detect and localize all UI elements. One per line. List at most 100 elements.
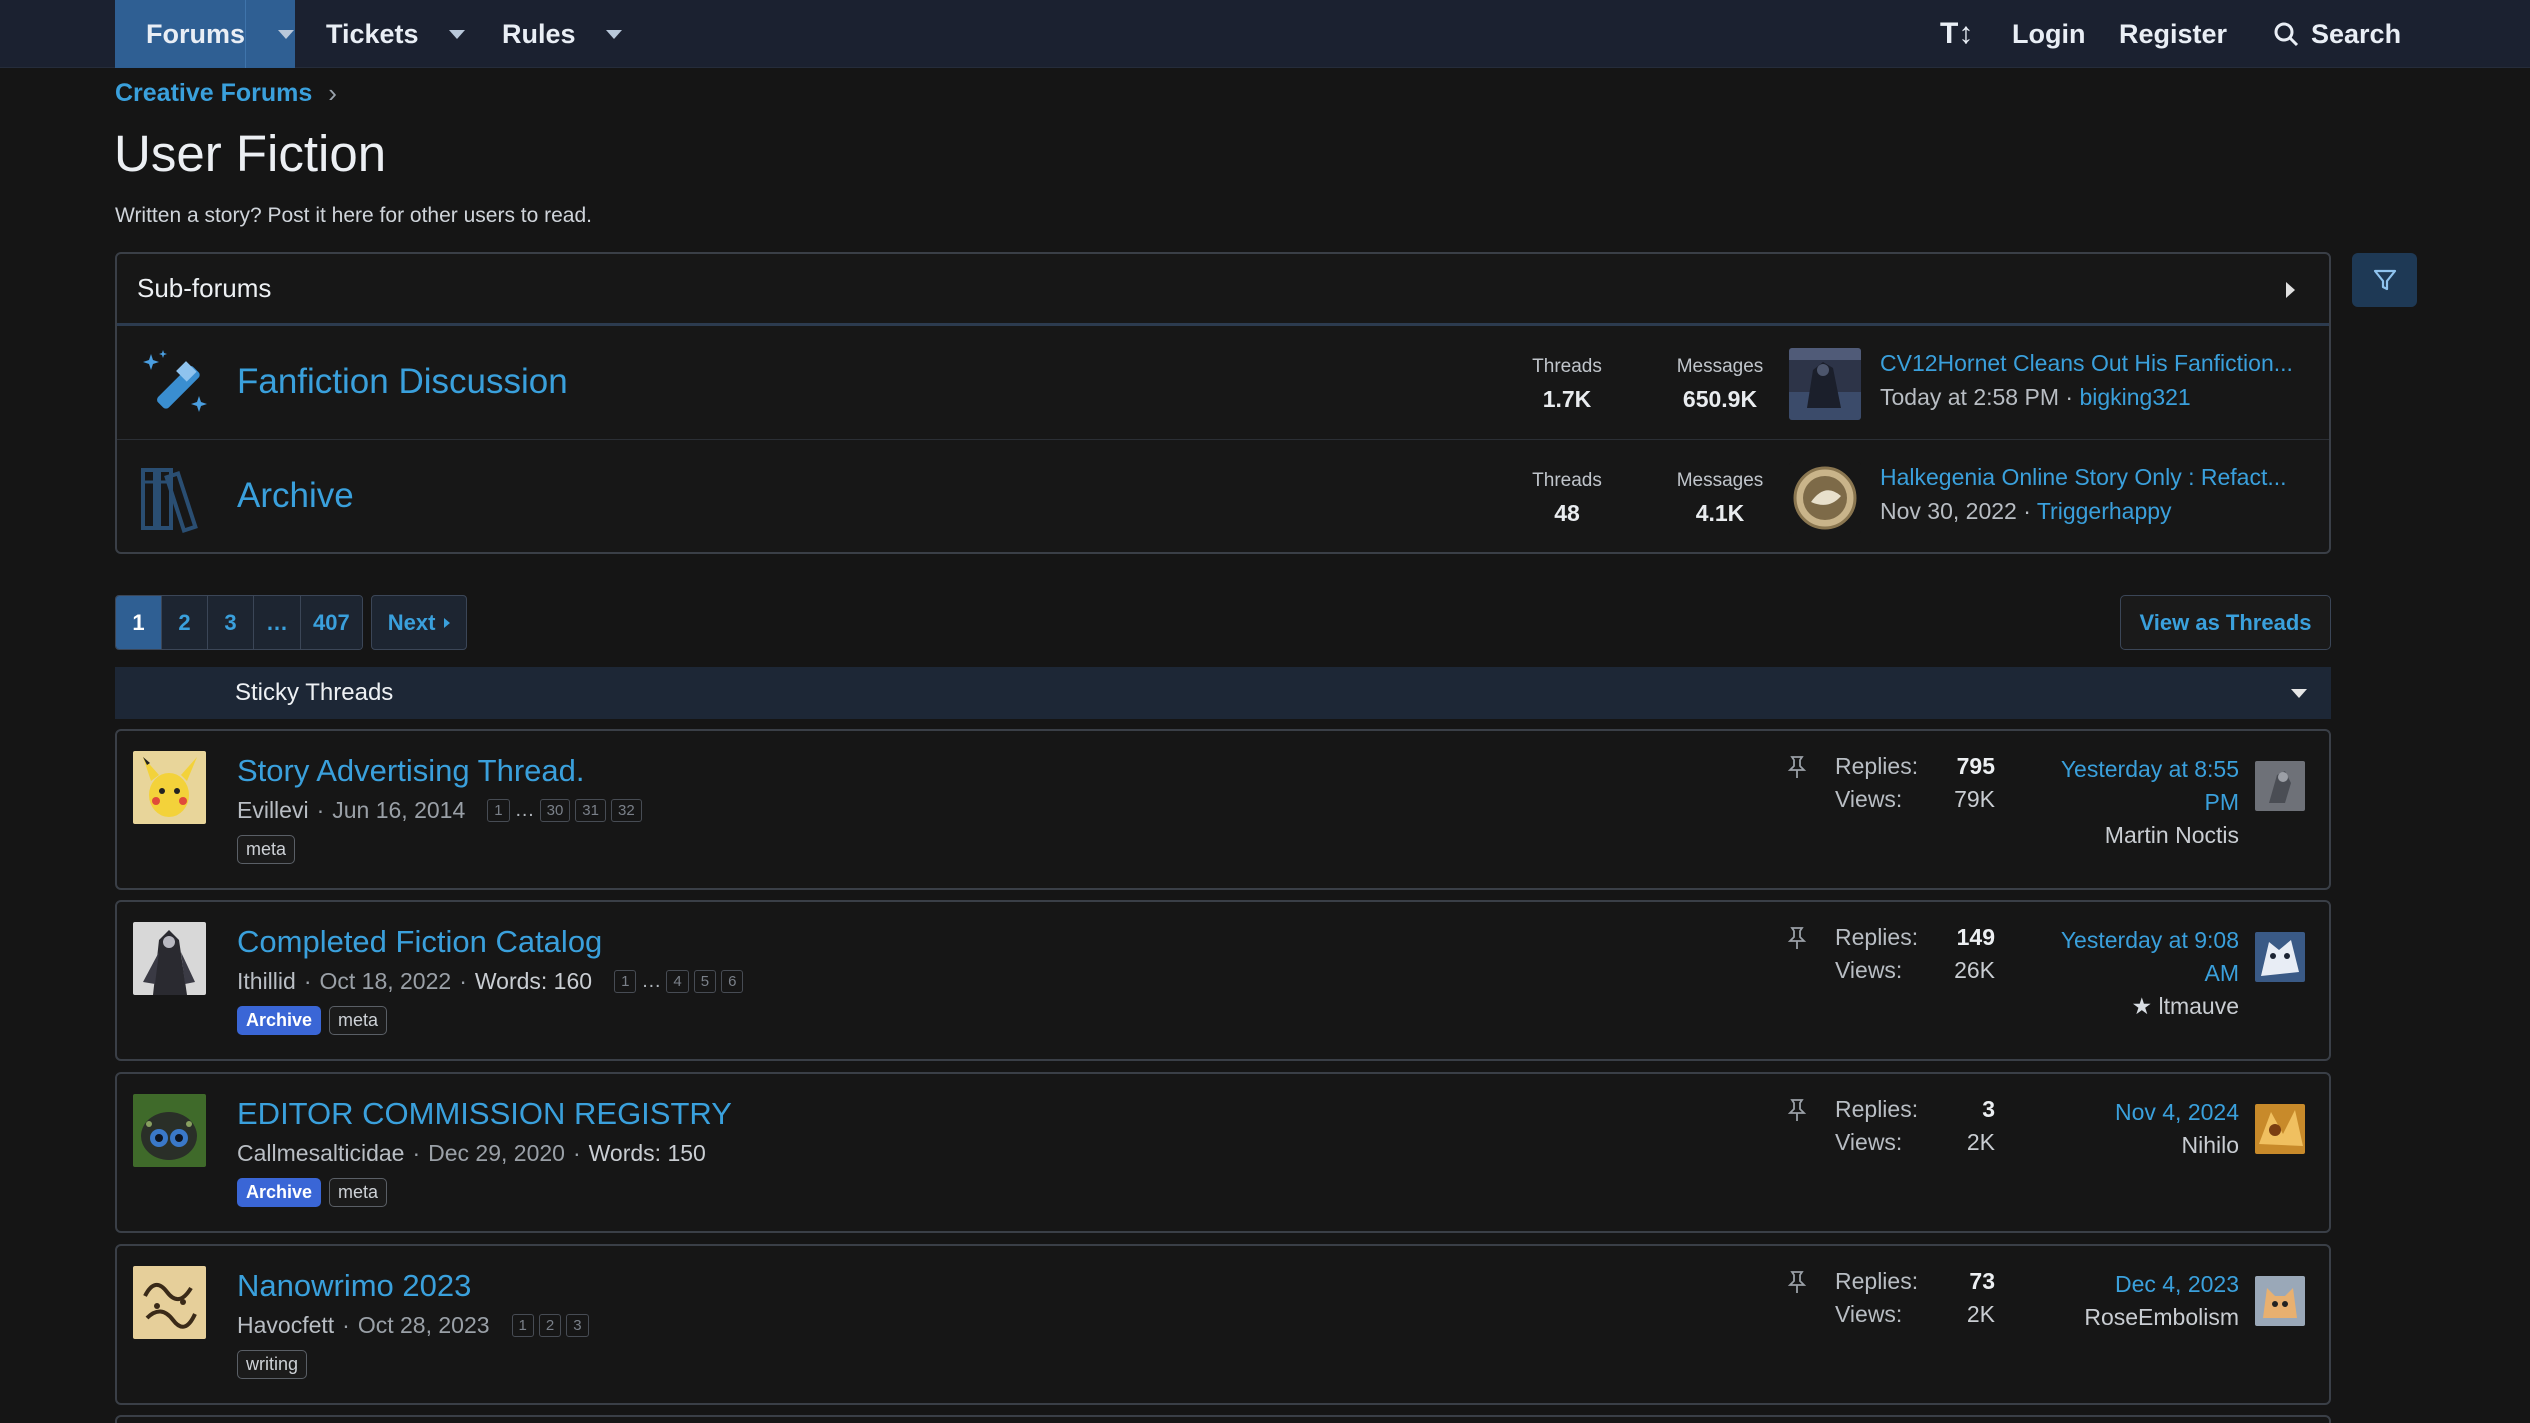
subforums-header[interactable]: Sub-forums (117, 254, 2329, 326)
tag-writing[interactable]: writing (237, 1350, 308, 1379)
last-post-avatar[interactable] (1789, 348, 1861, 420)
subforum-threads-stat: Threads 1.7K (1517, 356, 1617, 413)
nav-forums-dropdown[interactable] (245, 0, 295, 68)
last-post-title[interactable]: Halkegenia Online Story Only : Refact... (1880, 464, 2287, 491)
page-last[interactable]: 407 (301, 596, 362, 649)
page-description: Written a story? Post it here for other … (115, 204, 592, 227)
thread-page-link[interactable]: 31 (575, 799, 606, 822)
thread-author[interactable]: Ithillid (237, 968, 296, 995)
thread-page-link[interactable]: 1 (511, 1314, 534, 1337)
caret-right-icon[interactable] (2286, 282, 2295, 298)
last-post-date[interactable]: Nov 4, 2024 (2029, 1096, 2239, 1129)
view-as-threads-button[interactable]: View as Threads (2120, 595, 2331, 650)
tag-meta[interactable]: meta (329, 1178, 388, 1207)
thread-page-link[interactable]: 1 (614, 970, 637, 993)
text-size-icon[interactable]: T↕ (1940, 0, 1973, 68)
thread-last-post: Nov 4, 2024 Nihilo (2029, 1096, 2239, 1162)
login-link[interactable]: Login (2012, 0, 2085, 68)
search-button[interactable]: Search (2273, 0, 2401, 68)
subforum-title[interactable]: Archive (237, 476, 354, 516)
chevron-right-icon: › (328, 78, 337, 108)
last-poster-avatar[interactable] (2255, 1104, 2305, 1154)
thread-stats: Replies: 73 Views: 2K (1835, 1268, 1995, 1334)
thread-page-link[interactable]: 2 (538, 1314, 562, 1337)
nav-tickets-tab[interactable]: Tickets (326, 0, 465, 68)
next-page-button[interactable]: Next (370, 595, 468, 650)
chevron-down-icon[interactable] (605, 29, 622, 39)
last-post-user[interactable]: RoseEmbolism (2029, 1301, 2239, 1334)
thread-date[interactable]: Dec 29, 2020 (428, 1140, 565, 1167)
last-poster-avatar[interactable] (2255, 932, 2305, 982)
last-post-user[interactable]: ★ ltmauve (2029, 990, 2239, 1023)
views-label: Views: (1835, 786, 1903, 812)
sticky-threads-header[interactable]: Sticky Threads (115, 667, 2331, 719)
last-post-date[interactable]: Today at 2:58 PM (1880, 384, 2059, 410)
thread-page-link[interactable]: 4 (666, 970, 689, 993)
tag-meta[interactable]: meta (237, 835, 296, 864)
last-poster-avatar[interactable] (2255, 761, 2305, 811)
thread-page-link[interactable]: 1 (487, 799, 510, 822)
last-post-title[interactable]: CV12Hornet Cleans Out His Fanfiction... (1880, 350, 2293, 377)
thread-meta: Evillevi · Jun 16, 2014 1 … 30 31 32 (237, 797, 647, 824)
thread-date[interactable]: Oct 18, 2022 (319, 968, 451, 995)
threads-label: Threads (1532, 356, 1602, 377)
thread-page-ellipsis: … (641, 970, 662, 992)
thread-meta: Callmesalticidae · Dec 29, 2020 · Words:… (237, 1140, 706, 1167)
thread-page-link[interactable]: 30 (539, 799, 571, 822)
pin-icon (1787, 1099, 1807, 1121)
last-post-user[interactable]: Triggerhappy (2037, 498, 2172, 524)
search-label: Search (2311, 18, 2402, 49)
thread-date[interactable]: Jun 16, 2014 (332, 797, 465, 824)
author-avatar[interactable] (133, 1266, 206, 1339)
chevron-down-icon[interactable] (2291, 689, 2307, 698)
thread-item: Story Advertising Thread. Evillevi · Jun… (115, 729, 2331, 890)
thread-title[interactable]: Story Advertising Thread. (237, 753, 585, 789)
messages-label: Messages (1676, 470, 1764, 491)
last-post-date[interactable]: Nov 30, 2022 (1880, 498, 2017, 524)
nav-rules-tab[interactable]: Rules (502, 0, 622, 68)
tag-archive[interactable]: Archive (237, 1178, 322, 1207)
tag-archive[interactable]: Archive (237, 1006, 322, 1035)
nav-forums-tab[interactable]: Forums (115, 0, 295, 68)
threads-count: 48 (1554, 500, 1580, 526)
page-2[interactable]: 2 (162, 596, 208, 649)
chevron-down-icon[interactable] (448, 29, 465, 39)
messages-count: 650.9K (1682, 386, 1758, 412)
last-post-avatar[interactable] (1789, 462, 1861, 534)
page-3[interactable]: 3 (208, 596, 254, 649)
views-count: 2K (1966, 1129, 1995, 1155)
thread-meta: Ithillid · Oct 18, 2022 · Words: 160 1 …… (237, 968, 748, 995)
thread-author[interactable]: Havocfett (237, 1312, 334, 1339)
breadcrumb-creative-forums[interactable]: Creative Forums (115, 79, 312, 108)
thread-page-link[interactable]: 5 (693, 970, 717, 993)
last-post-date[interactable]: Yesterday at 8:55 PM (2029, 753, 2239, 819)
last-post-user[interactable]: bigking321 (2079, 384, 2190, 410)
thread-last-post: Dec 4, 2023 RoseEmbolism (2029, 1268, 2239, 1334)
thread-page-link[interactable]: 32 (610, 799, 642, 822)
thread-title[interactable]: EDITOR COMMISSION REGISTRY (237, 1096, 732, 1132)
subforum-title[interactable]: Fanfiction Discussion (237, 362, 568, 402)
last-post-date[interactable]: Yesterday at 9:08 AM (2029, 924, 2239, 990)
author-avatar[interactable] (133, 751, 206, 824)
tag-meta[interactable]: meta (329, 1006, 388, 1035)
thread-date[interactable]: Oct 28, 2023 (358, 1312, 490, 1339)
page-numbers: 1 2 3 … 407 (115, 595, 363, 650)
page-ellipsis[interactable]: … (254, 596, 301, 649)
nav-forums-label: Forums (146, 18, 246, 49)
author-avatar[interactable] (133, 1094, 206, 1167)
thread-page-link[interactable]: 3 (566, 1314, 589, 1337)
last-post-user[interactable]: Martin Noctis (2029, 819, 2239, 852)
last-post-user[interactable]: Nihilo (2029, 1129, 2239, 1162)
page-1[interactable]: 1 (116, 596, 162, 649)
filter-button[interactable] (2352, 253, 2417, 307)
thread-page-link[interactable]: 6 (721, 970, 744, 993)
thread-title[interactable]: Completed Fiction Catalog (237, 924, 602, 960)
thread-author[interactable]: Evillevi (237, 797, 309, 824)
thread-item (115, 1415, 2331, 1423)
last-post-date[interactable]: Dec 4, 2023 (2029, 1268, 2239, 1301)
thread-author[interactable]: Callmesalticidae (237, 1140, 404, 1167)
author-avatar[interactable] (133, 922, 206, 995)
last-poster-avatar[interactable] (2255, 1276, 2305, 1326)
thread-title[interactable]: Nanowrimo 2023 (237, 1268, 471, 1304)
register-link[interactable]: Register (2119, 0, 2227, 68)
